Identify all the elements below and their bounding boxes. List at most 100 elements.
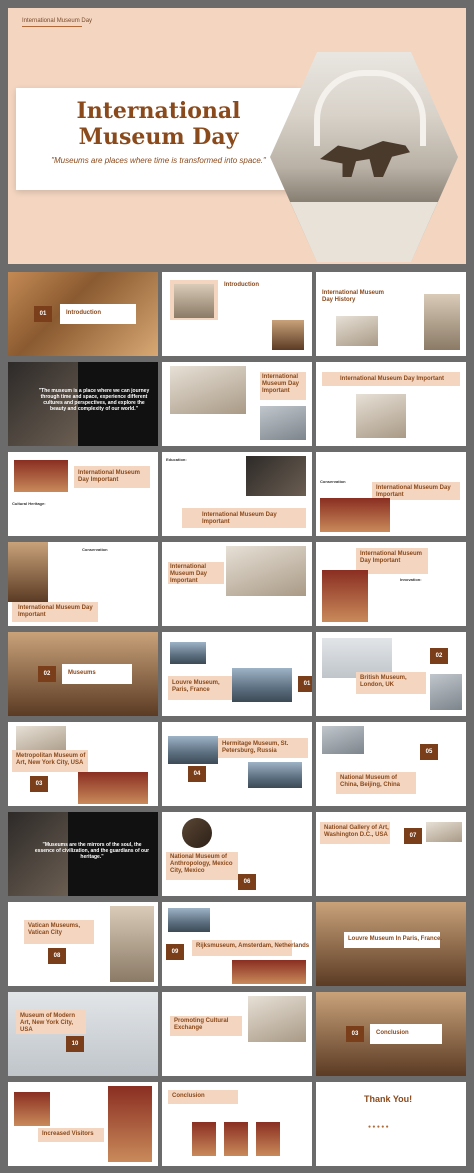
staircase-photo <box>110 906 154 982</box>
slide-number: 01 <box>298 676 312 692</box>
section-subtitle: Education: <box>166 457 187 462</box>
title-slide-preview[interactable]: International Museum Day International M… <box>8 8 466 264</box>
photo <box>260 406 306 440</box>
artifact-photo <box>182 818 212 848</box>
slide-thumbnail[interactable]: "Museums are the mirrors of the soul, th… <box>8 812 158 896</box>
slide-label: International Museum Day Important <box>340 376 445 382</box>
hero-tag-divider <box>22 26 82 27</box>
slide-thumbnail[interactable]: Louvre Museum, Paris, France 01 <box>162 632 312 716</box>
photo <box>174 284 214 318</box>
slide-label: Museum of Modern Art, New York City, USA <box>20 1013 75 1033</box>
slide-thumbnail[interactable]: Conclusion <box>162 1082 312 1166</box>
slide-label: International Museum Day Important <box>376 485 451 498</box>
slide-number: 04 <box>188 766 206 782</box>
slide-thumbnail[interactable]: 03 Conclusion <box>316 992 466 1076</box>
hero-title: International Museum Day <box>16 98 301 150</box>
slide-label: Conclusion <box>376 1030 409 1036</box>
photo <box>424 294 460 350</box>
slide-label: Introduction <box>224 282 259 288</box>
photo <box>108 1086 152 1162</box>
section-subtitle: Cultural Heritage: <box>12 501 46 506</box>
photo <box>14 460 68 492</box>
slide-thumbnail[interactable]: Increased Visitors <box>8 1082 158 1166</box>
slide-label: International Museum Day Important <box>360 551 423 564</box>
photo <box>322 570 368 622</box>
slide-label: International Museum Day Important <box>78 470 141 483</box>
slide-label: Promoting Cultural Exchange <box>174 1018 229 1031</box>
photo <box>356 394 406 438</box>
slide-thumbnail[interactable]: International Museum Day Important <box>162 362 312 446</box>
slide-thumbnail[interactable]: National Museum of China, Beijing, China… <box>316 722 466 806</box>
slide-label: Museums <box>68 670 96 676</box>
slide-thumbnail[interactable]: International Museum Day Important Innov… <box>316 542 466 626</box>
slide-number: 09 <box>166 944 184 960</box>
frame-photo <box>256 1122 280 1156</box>
social-icons: ● ● ● ● ● <box>368 1124 389 1130</box>
slide-thumbnail[interactable]: Education: International Museum Day Impo… <box>162 452 312 536</box>
hero-tag: International Museum Day <box>22 18 93 24</box>
slide-thumbnail[interactable]: Conservation International Museum Day Im… <box>8 542 158 626</box>
photo <box>426 822 462 842</box>
thank-you-heading: Thank You! <box>364 1094 413 1104</box>
slide-thumbnail[interactable]: National Gallery of Art, Washington D.C.… <box>316 812 466 896</box>
slide-label: Louvre Museum In Paris, France. <box>348 936 443 942</box>
slide-label: International Museum Day Important <box>262 374 300 394</box>
slide-thumbnail[interactable]: 04 Hermitage Museum, St. Petersburg, Rus… <box>162 722 312 806</box>
hero-title-line2: Museum Day <box>78 124 239 150</box>
slide-number: 08 <box>48 948 66 964</box>
hero-title-card: International Museum Day "Museums are pl… <box>16 88 301 190</box>
slide-thumbnail[interactable]: British Museum, London, UK 02 <box>316 632 466 716</box>
slide-thumbnail[interactable]: 01 Introduction <box>8 272 158 356</box>
slide-label: Hermitage Museum, St. Petersburg, Russia <box>222 741 289 754</box>
slide-thumbnail[interactable]: "The museum is a place where we can jour… <box>8 362 158 446</box>
museum-hall-photo <box>270 52 458 262</box>
slide-thumbnail[interactable]: Museum of Modern Art, New York City, USA… <box>8 992 158 1076</box>
hall-arch <box>314 70 426 146</box>
slide-label: National Museum of Anthropology, Mexico … <box>170 854 233 874</box>
hall-floor <box>270 202 458 262</box>
slide-label: National Museum of China, Beijing, China <box>340 775 401 788</box>
photo <box>8 542 48 602</box>
photo <box>232 960 306 984</box>
slide-thumbnail[interactable]: Rijksmuseum, Amsterdam, Netherlands 09 <box>162 902 312 986</box>
section-subtitle: Conservation <box>320 479 346 484</box>
slide-label: Introduction <box>66 310 101 316</box>
slide-thumbnail[interactable]: Vatican Museums, Vatican City 08 <box>8 902 158 986</box>
hero-title-line1: International <box>76 98 241 124</box>
slide-thumbnail[interactable]: National Museum of Anthropology, Mexico … <box>162 812 312 896</box>
photo <box>232 668 292 702</box>
slide-thumbnail[interactable]: International Museum Day Important <box>162 542 312 626</box>
slide-label: Vatican Museums, Vatican City <box>28 923 81 936</box>
slide-thumbnail[interactable]: Conservation International Museum Day Im… <box>316 452 466 536</box>
photo <box>170 642 206 664</box>
photo <box>14 1092 50 1126</box>
slide-thumbnail[interactable]: Promoting Cultural Exchange <box>162 992 312 1076</box>
slide-label: Increased Visitors <box>42 1131 94 1137</box>
slide-label: International Museum Day Important <box>202 512 277 525</box>
slide-label: Louvre Museum, Paris, France <box>172 680 220 693</box>
slide-thumbnail[interactable]: Thank You! ● ● ● ● ● <box>316 1082 466 1166</box>
slide-thumbnail[interactable]: International Museum Day Important <box>316 362 466 446</box>
slide-thumbnail[interactable]: International Museum Day Important Cultu… <box>8 452 158 536</box>
slide-label: International Museum Day Important <box>170 564 208 584</box>
quote-text: "Museums are the mirrors of the soul, th… <box>34 842 150 860</box>
photo <box>78 772 148 804</box>
slide-thumbnail[interactable]: Louvre Museum In Paris, France. <box>316 902 466 986</box>
slide-thumbnail[interactable]: Introduction <box>162 272 312 356</box>
slide-number: 01 <box>34 306 52 322</box>
photo <box>430 674 462 710</box>
photo <box>248 762 302 788</box>
slide-number: 05 <box>420 744 438 760</box>
slide-label: National Gallery of Art, Washington D.C.… <box>324 825 389 838</box>
slide-thumbnail[interactable]: International Museum Day History <box>316 272 466 356</box>
slide-label: Conclusion <box>172 1093 205 1099</box>
slide-number: 02 <box>38 666 56 682</box>
slide-number: 03 <box>30 776 48 792</box>
slide-thumbnail[interactable]: 02 Museums <box>8 632 158 716</box>
gallery-photo <box>8 992 158 1076</box>
slide-thumbnail[interactable]: Metropolitan Museum of Art, New York Cit… <box>8 722 158 806</box>
slide-number: 06 <box>238 874 256 890</box>
slide-label: Rijksmuseum, Amsterdam, Netherlands <box>196 943 310 949</box>
slide-label: International Museum Day History <box>322 290 385 303</box>
hero-subtitle: "Museums are places where time is transf… <box>51 156 266 165</box>
